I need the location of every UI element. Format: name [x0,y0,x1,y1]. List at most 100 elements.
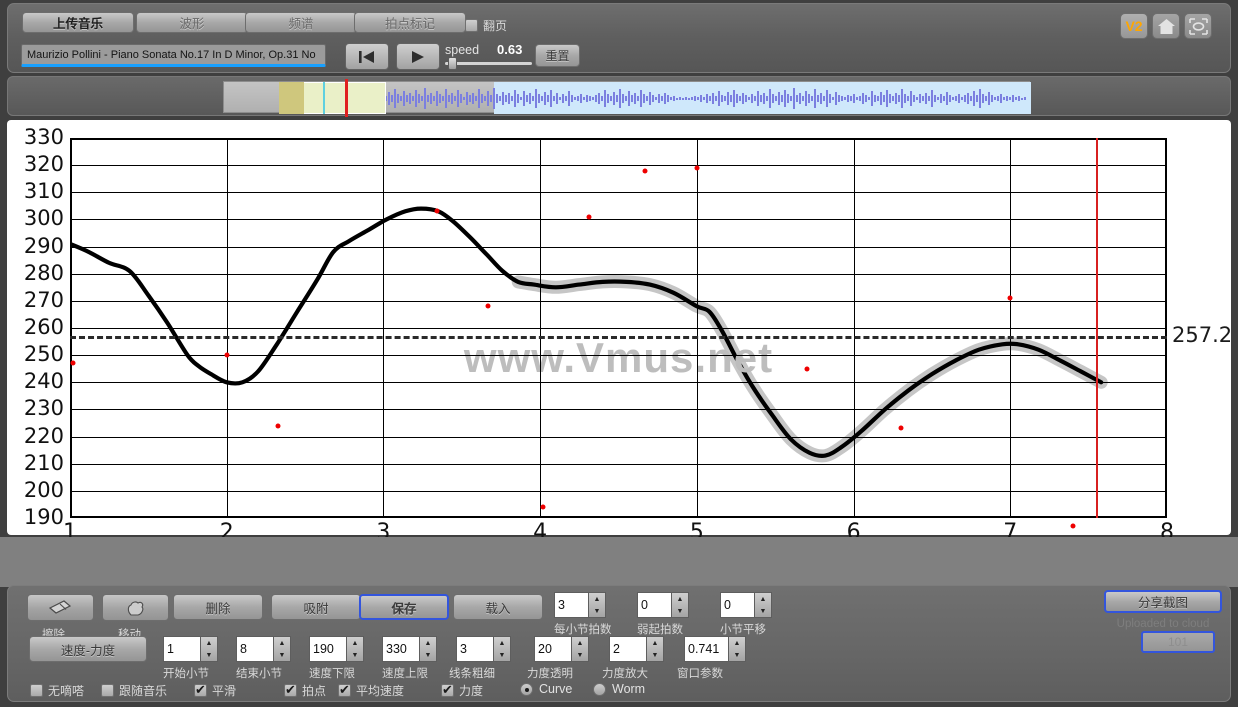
move-tool-button[interactable] [102,594,169,621]
pickup-beats-input[interactable] [637,592,672,618]
checkbox-average-tempo-label: 平均速度 [356,682,404,699]
beats-per-bar-input[interactable] [554,592,589,618]
tempo-min-stepper[interactable]: ▲▼ [347,636,364,662]
tempo-max-stepper[interactable]: ▲▼ [420,636,437,662]
beat-marker-dot[interactable] [898,426,903,431]
window-param-spinner[interactable]: ▲▼ [684,636,746,662]
window-param-input[interactable] [684,636,729,662]
load-button[interactable]: 载入 [453,594,543,620]
checkbox-smooth-box[interactable] [194,684,207,697]
bar-shift-stepper[interactable]: ▲▼ [755,592,772,618]
beat-marker-dot[interactable] [1070,524,1075,529]
bar-shift-spinner[interactable]: ▲▼ [720,592,772,618]
dynamics-alpha-stepper[interactable]: ▲▼ [572,636,589,662]
end-bar-input[interactable] [236,636,274,662]
beats-per-bar-spinner[interactable]: ▲▼ [554,592,606,618]
end-bar-stepper[interactable]: ▲▼ [274,636,291,662]
checkbox-follow-music[interactable]: 跟随音乐 [101,682,167,699]
pickup-beats-spinner[interactable]: ▲▼ [637,592,689,618]
tempo-dynamics-button[interactable]: 速度-力度 [29,636,147,662]
checkbox-beats-label: 拍点 [302,682,326,699]
window-param-stepper[interactable]: ▲▼ [729,636,746,662]
radio-curve-label: Curve [539,682,572,696]
dynamics-alpha-spinner[interactable]: ▲▼ [534,636,589,662]
beat-marker-dot[interactable] [541,505,546,510]
fullscreen-button[interactable] [1184,13,1212,39]
line-width-stepper[interactable]: ▲▼ [494,636,511,662]
bar-shift-input[interactable] [720,592,755,618]
version-badge-button[interactable]: V2 [1120,13,1148,39]
tempo-max-spinner[interactable]: ▲▼ [382,636,437,662]
checkbox-average-tempo[interactable]: 平均速度 [338,682,404,699]
tab-beat-marking[interactable]: 拍点标记 [354,12,466,33]
speed-slider-knob[interactable] [448,57,457,70]
tempo-min-input[interactable] [309,636,347,662]
track-title-field[interactable]: Maurizio Pollini - Piano Sonata No.17 In… [21,44,326,67]
start-bar-spinner[interactable]: ▲▼ [163,636,218,662]
speed-slider-track[interactable] [445,62,532,65]
beat-marker-dot[interactable] [804,366,809,371]
beat-marker-dot[interactable] [71,361,76,366]
checkbox-follow-music-box[interactable] [101,684,114,697]
checkbox-beats[interactable]: 拍点 [284,682,326,699]
beat-marker-dot[interactable] [643,168,648,173]
beat-marker-dot[interactable] [1008,296,1013,301]
dynamics-gain-spinner[interactable]: ▲▼ [609,636,664,662]
snap-button[interactable]: 吸附 [271,594,361,620]
dynamics-gain-stepper[interactable]: ▲▼ [647,636,664,662]
y-axis-tick-label: 310 [0,179,64,203]
radio-worm-dot[interactable] [593,683,606,696]
tempo-max-input[interactable] [382,636,420,662]
share-screenshot-button[interactable]: 分享截图 [1104,590,1222,613]
checkbox-no-tick-box[interactable] [30,684,43,697]
radio-curve[interactable]: Curve [520,682,572,696]
checkbox-dynamics-box[interactable] [441,684,454,697]
line-width-spinner[interactable]: ▲▼ [456,636,511,662]
reset-button[interactable]: 重置 [535,44,580,67]
radio-worm[interactable]: Worm [593,682,645,696]
end-bar-spinner[interactable]: ▲▼ [236,636,291,662]
page-flip-label: 翻页 [483,17,507,34]
rewind-button[interactable] [345,43,389,70]
beat-marker-dot[interactable] [276,423,281,428]
play-icon [409,50,427,64]
checkbox-average-tempo-box[interactable] [338,684,351,697]
line-width-input[interactable] [456,636,494,662]
page-flip-checkbox[interactable]: 翻页 [465,17,507,34]
beat-marker-dot[interactable] [434,209,439,214]
checkbox-dynamics-label: 力度 [459,682,483,699]
start-bar-input[interactable] [163,636,201,662]
pickup-beats-stepper[interactable]: ▲▼ [672,592,689,618]
erase-tool-button[interactable] [27,594,94,621]
beat-marker-dot[interactable] [586,214,591,219]
tab-upload-music[interactable]: 上传音乐 [22,12,134,33]
tempo-min-spinner[interactable]: ▲▼ [309,636,364,662]
save-button[interactable]: 保存 [359,594,449,620]
beats-per-bar-stepper[interactable]: ▲▼ [589,592,606,618]
delete-button[interactable]: 删除 [173,594,263,620]
beat-marker-dot[interactable] [224,353,229,358]
waveform-graphic [316,84,1029,112]
beat-marker-dot[interactable] [694,165,699,170]
waveform-strip[interactable] [223,81,1030,113]
home-icon [1157,18,1176,35]
beat-marker-dot[interactable] [486,304,491,309]
play-button[interactable] [396,43,440,70]
dynamics-alpha-input[interactable] [534,636,572,662]
beats-per-bar-label: 每小节拍数 [554,621,612,637]
rewind-icon [357,50,377,64]
tab-spectrum[interactable]: 频谱 [245,12,357,33]
tempo-plot[interactable]: www.Vmus.net 190200210220230240250260270… [70,138,1167,518]
start-bar-stepper[interactable]: ▲▼ [201,636,218,662]
dynamics-gain-input[interactable] [609,636,647,662]
tab-waveform[interactable]: 波形 [136,12,248,33]
checkbox-dynamics[interactable]: 力度 [441,682,483,699]
page-flip-checkbox-box[interactable] [465,19,478,32]
radio-curve-dot[interactable] [520,683,533,696]
chart-playhead[interactable] [1096,138,1098,518]
checkbox-beats-box[interactable] [284,684,297,697]
checkbox-smooth[interactable]: 平滑 [194,682,236,699]
checkbox-no-tick[interactable]: 无嘀嗒 [30,682,84,699]
home-button[interactable] [1152,13,1180,39]
waveform-playhead[interactable] [345,79,348,117]
